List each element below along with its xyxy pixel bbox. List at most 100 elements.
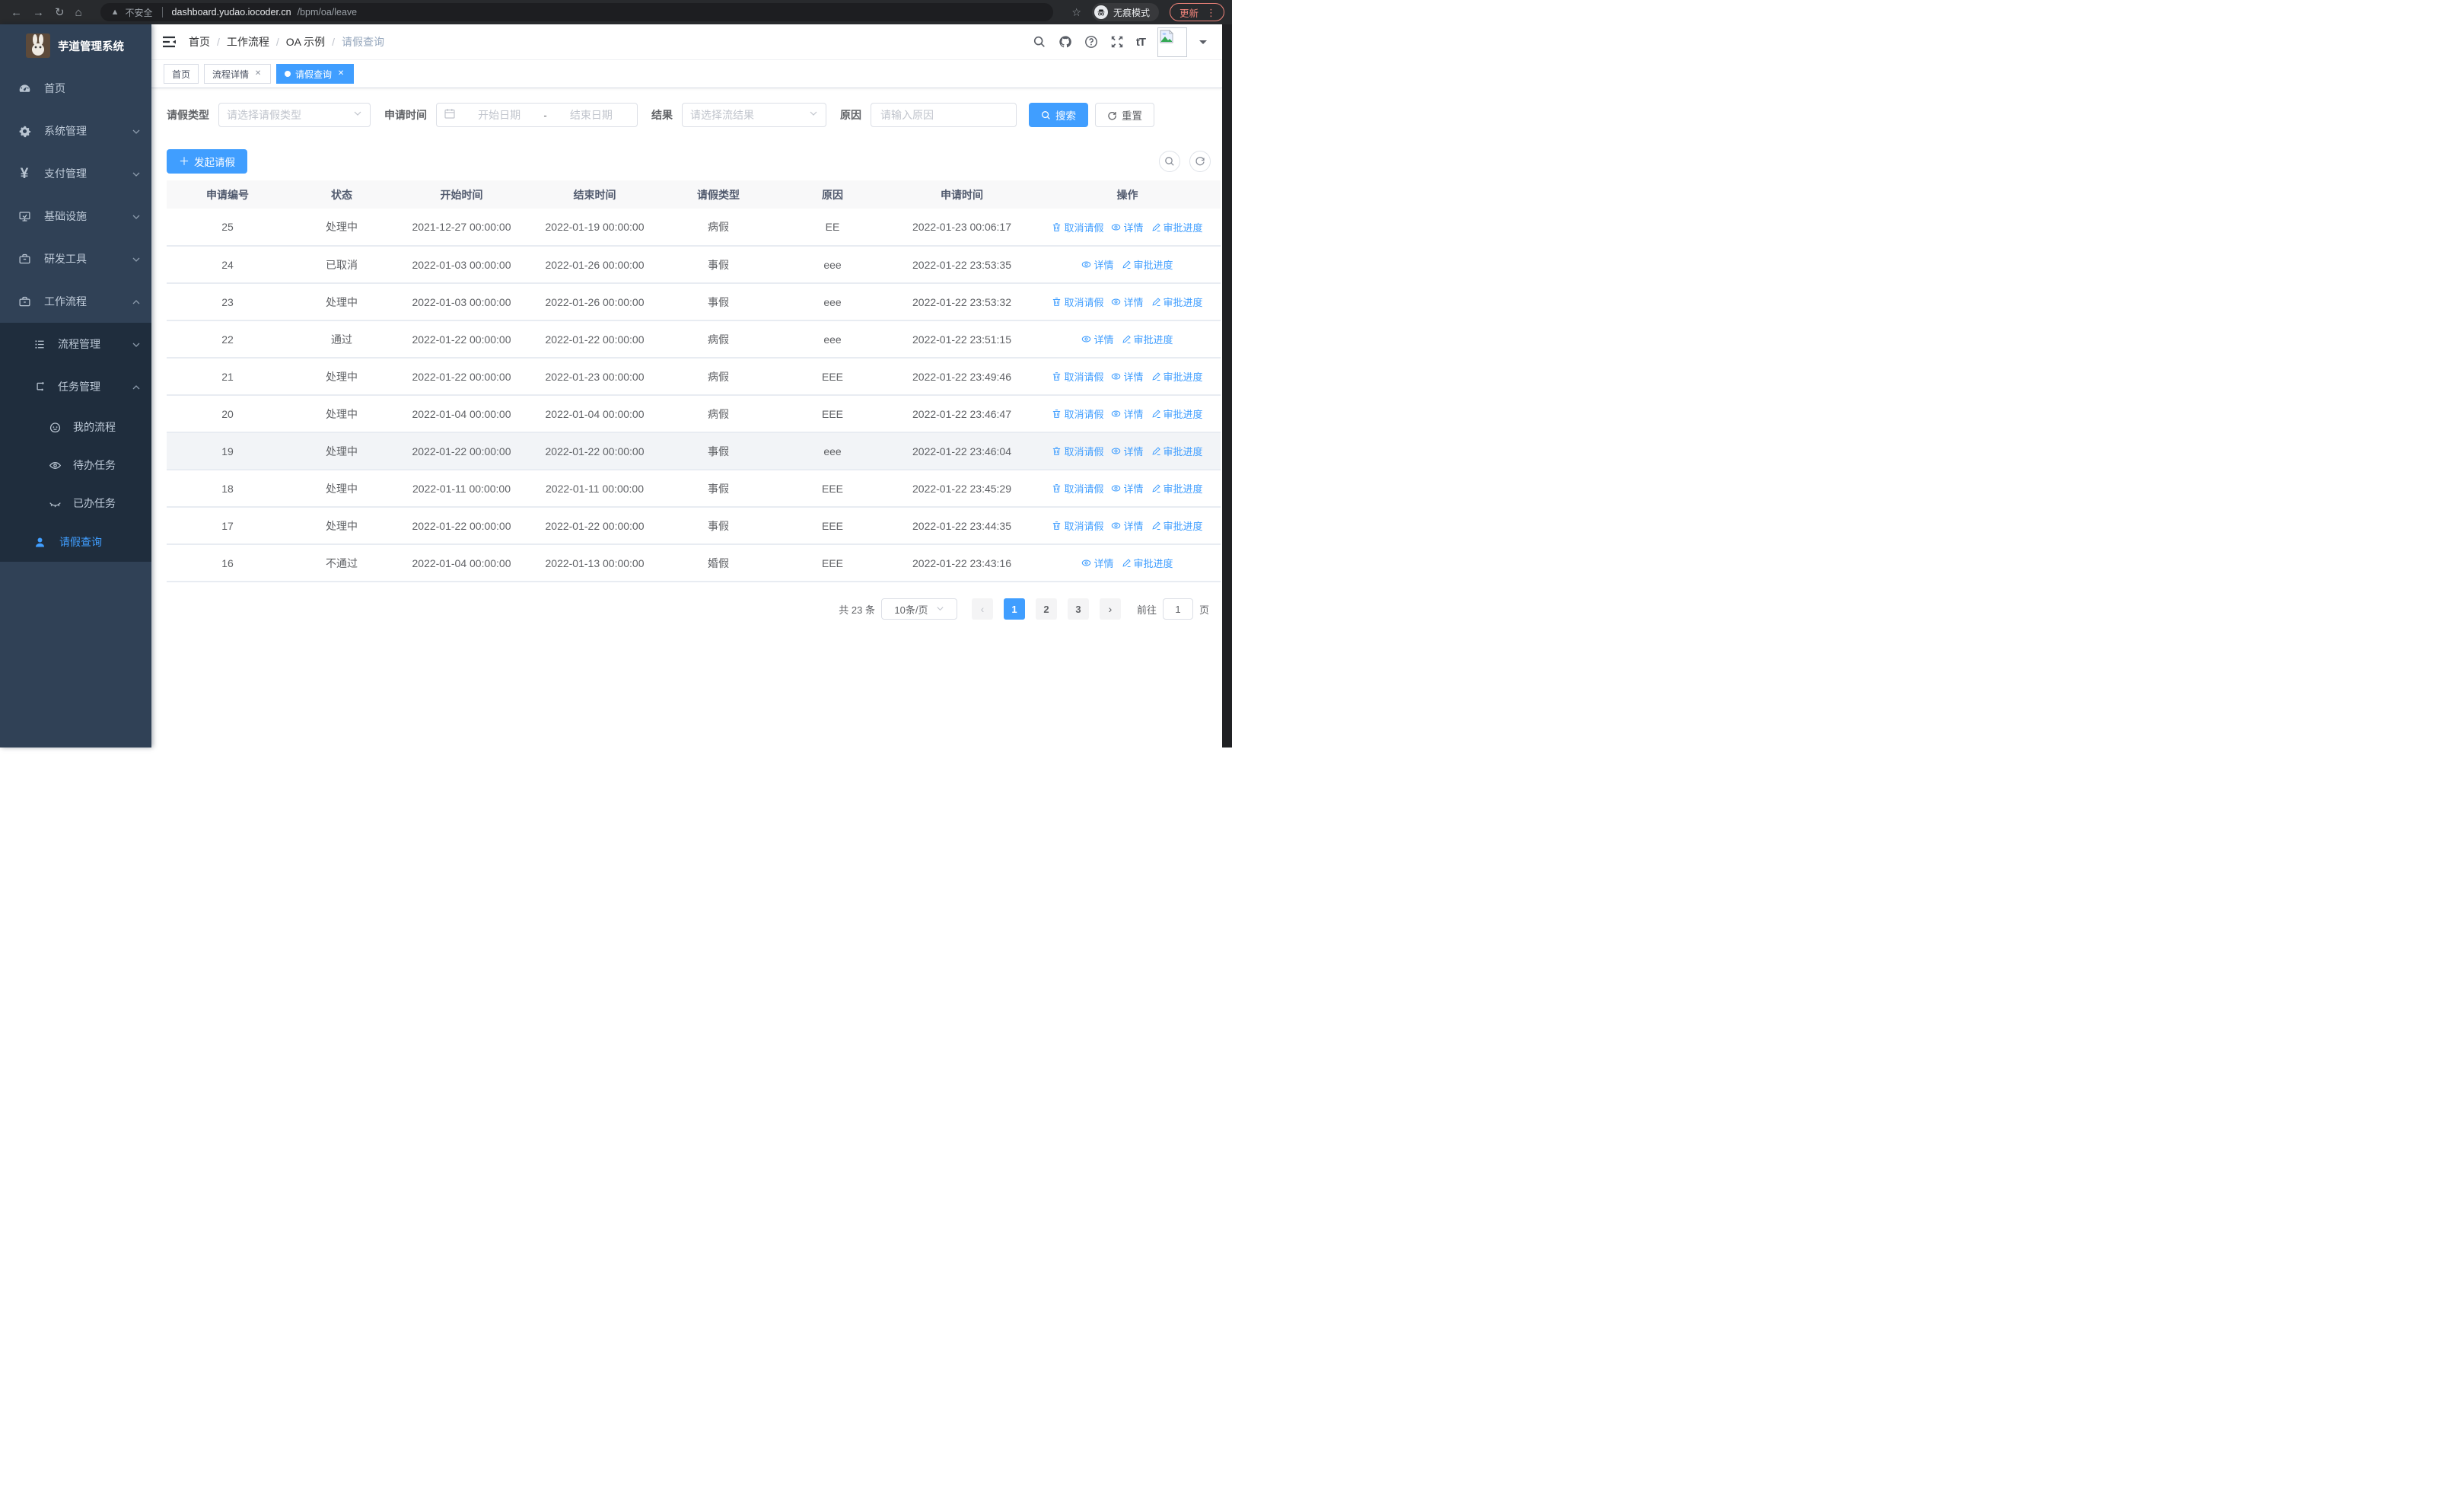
detail-action-link[interactable]: 详情 bbox=[1111, 369, 1144, 384]
approval-progress-action-link[interactable]: 审批进度 bbox=[1151, 518, 1203, 533]
page-button-1[interactable]: 1 bbox=[1003, 598, 1025, 620]
detail-action-link[interactable]: 详情 bbox=[1111, 518, 1144, 533]
detail-action-link[interactable]: 详情 bbox=[1081, 257, 1114, 272]
cell-reason: eee bbox=[775, 246, 890, 284]
cell-end-time: 2022-01-26 00:00:00 bbox=[528, 283, 661, 321]
help-icon[interactable] bbox=[1084, 35, 1098, 49]
result-select[interactable]: 请选择流结果 bbox=[682, 103, 826, 127]
sidebar-item-task-mgmt[interactable]: 任务管理 bbox=[0, 365, 151, 408]
avatar[interactable] bbox=[1157, 27, 1187, 57]
col-end-time: 结束时间 bbox=[528, 180, 661, 209]
detail-action-link[interactable]: 详情 bbox=[1081, 332, 1114, 346]
cell-start-time: 2021-12-27 00:00:00 bbox=[395, 209, 528, 247]
reason-input[interactable] bbox=[871, 103, 1017, 127]
approval-progress-action-link[interactable]: 审批进度 bbox=[1151, 444, 1203, 458]
cell-status: 处理中 bbox=[288, 432, 395, 470]
cancel-leave-action-link[interactable]: 取消请假 bbox=[1052, 406, 1103, 421]
sidebar-item-todo-tasks[interactable]: 待办任务 bbox=[0, 446, 151, 484]
filter-bar: 请假类型 请选择请假类型 申请时间 开始日期 - 结束日期 结果 请选择流结果 bbox=[167, 103, 1211, 127]
breadcrumb-workflow[interactable]: 工作流程 bbox=[227, 34, 269, 49]
tab-process-detail[interactable]: 流程详情 ✕ bbox=[204, 64, 272, 84]
sidebar-item-infrastructure[interactable]: 基础设施 bbox=[0, 195, 151, 237]
detail-action-link[interactable]: 详情 bbox=[1111, 220, 1144, 234]
create-leave-button[interactable]: ＋ 发起请假 bbox=[167, 149, 247, 174]
sidebar-item-done-tasks[interactable]: 已办任务 bbox=[0, 484, 151, 522]
breadcrumb-oa-example[interactable]: OA 示例 bbox=[286, 34, 325, 49]
browser-chrome: ← → ↻ ⌂ ▲ 不安全 dashboard.yudao.iocoder.cn… bbox=[0, 0, 1232, 24]
approval-progress-action-link[interactable]: 审批进度 bbox=[1122, 556, 1173, 570]
tab-leave-query[interactable]: 请假查询 ✕ bbox=[276, 64, 355, 84]
sidebar-item-label: 已办任务 bbox=[73, 497, 116, 509]
cell-actions: 取消请假 详情 审批进度 bbox=[1034, 395, 1221, 433]
github-icon[interactable] bbox=[1059, 35, 1072, 49]
sidebar-collapse-icon[interactable] bbox=[161, 34, 177, 49]
sidebar-item-label: 待办任务 bbox=[73, 459, 116, 471]
detail-action-link[interactable]: 详情 bbox=[1111, 481, 1144, 496]
chevron-down-icon bbox=[132, 254, 141, 263]
tab-label: 请假查询 bbox=[295, 69, 333, 80]
bookmark-star-icon[interactable]: ☆ bbox=[1071, 6, 1081, 19]
address-bar[interactable]: ▲ 不安全 dashboard.yudao.iocoder.cn/bpm/oa/… bbox=[100, 3, 1054, 21]
tags-view: 首页 流程详情 ✕ 请假查询 ✕ bbox=[151, 60, 1222, 88]
cancel-leave-action-link[interactable]: 取消请假 bbox=[1052, 369, 1103, 384]
leave-type-select[interactable]: 请选择请假类型 bbox=[218, 103, 371, 127]
reload-icon[interactable]: ↻ bbox=[55, 7, 65, 18]
fullscreen-icon[interactable] bbox=[1110, 35, 1124, 49]
approval-progress-action-link[interactable]: 审批进度 bbox=[1151, 481, 1203, 496]
sidebar-item-label: 系统管理 bbox=[44, 125, 87, 137]
sidebar-item-label: 基础设施 bbox=[44, 210, 87, 222]
sidebar-item-system[interactable]: 系统管理 bbox=[0, 110, 151, 152]
search-icon[interactable] bbox=[1033, 35, 1046, 49]
sidebar-item-payment[interactable]: ¥ 支付管理 bbox=[0, 152, 151, 195]
approval-progress-action-link[interactable]: 审批进度 bbox=[1151, 406, 1203, 421]
refresh-button[interactable] bbox=[1189, 151, 1211, 172]
show-search-button[interactable] bbox=[1159, 151, 1180, 172]
approval-progress-action-link[interactable]: 审批进度 bbox=[1151, 295, 1203, 309]
workflow-submenu: 流程管理 任务管理 我的流程 待办任务 已办任务 请假查询 bbox=[0, 323, 151, 562]
window-scrollbar[interactable] bbox=[1222, 24, 1232, 748]
total-count: 共 23 条 bbox=[839, 604, 875, 616]
page-button-3[interactable]: 3 bbox=[1067, 598, 1089, 620]
approval-progress-action-link[interactable]: 审批进度 bbox=[1151, 369, 1203, 384]
close-icon[interactable]: ✕ bbox=[336, 69, 345, 78]
close-icon[interactable]: ✕ bbox=[253, 69, 263, 78]
page-button-2[interactable]: 2 bbox=[1035, 598, 1057, 620]
reset-button[interactable]: 重置 bbox=[1095, 103, 1154, 127]
sidebar-item-leave-query[interactable]: 请假查询 bbox=[0, 522, 151, 562]
next-page-button[interactable]: › bbox=[1099, 598, 1121, 620]
cancel-leave-action-link[interactable]: 取消请假 bbox=[1052, 481, 1103, 496]
table-row: 19 处理中 2022-01-22 00:00:00 2022-01-22 00:00… bbox=[167, 432, 1221, 470]
home-icon[interactable]: ⌂ bbox=[75, 7, 82, 18]
cancel-leave-action-link[interactable]: 取消请假 bbox=[1052, 444, 1103, 458]
search-button[interactable]: 搜索 bbox=[1029, 103, 1088, 127]
apply-time-range-picker[interactable]: 开始日期 - 结束日期 bbox=[436, 103, 638, 127]
table-header-row: 申请编号 状态 开始时间 结束时间 请假类型 原因 申请时间 操作 bbox=[167, 180, 1221, 209]
cancel-leave-action-link[interactable]: 取消请假 bbox=[1052, 295, 1103, 309]
sidebar-item-devtools[interactable]: 研发工具 bbox=[0, 237, 151, 280]
sidebar-item-workflow[interactable]: 工作流程 bbox=[0, 280, 151, 323]
sidebar-item-my-process[interactable]: 我的流程 bbox=[0, 408, 151, 446]
detail-action-link[interactable]: 详情 bbox=[1111, 406, 1144, 421]
prev-page-button[interactable]: ‹ bbox=[971, 598, 993, 620]
cell-apply-time: 2022-01-22 23:51:15 bbox=[890, 320, 1034, 359]
browser-menu-update-button[interactable]: 更新 ⋮ bbox=[1169, 3, 1224, 21]
approval-progress-action-link[interactable]: 审批进度 bbox=[1122, 257, 1173, 272]
detail-action-link[interactable]: 详情 bbox=[1111, 295, 1144, 309]
breadcrumb-home[interactable]: 首页 bbox=[189, 34, 210, 49]
page-size-select[interactable]: 10条/页 bbox=[880, 598, 957, 620]
avatar-dropdown-caret[interactable] bbox=[1199, 40, 1207, 48]
cancel-leave-action-link[interactable]: 取消请假 bbox=[1052, 518, 1103, 533]
back-icon[interactable]: ← bbox=[11, 7, 22, 18]
gear-icon bbox=[15, 122, 33, 140]
detail-action-link[interactable]: 详情 bbox=[1111, 444, 1144, 458]
tab-home[interactable]: 首页 bbox=[164, 64, 199, 84]
sidebar-item-home[interactable]: 首页 bbox=[0, 67, 151, 110]
goto-page-input[interactable] bbox=[1162, 598, 1193, 620]
detail-action-link[interactable]: 详情 bbox=[1081, 556, 1114, 570]
approval-progress-action-link[interactable]: 审批进度 bbox=[1151, 220, 1203, 234]
sidebar-item-process-mgmt[interactable]: 流程管理 bbox=[0, 323, 151, 365]
font-size-icon[interactable]: tT bbox=[1136, 36, 1146, 49]
approval-progress-action-link[interactable]: 审批进度 bbox=[1122, 332, 1173, 346]
forward-icon[interactable]: → bbox=[33, 7, 44, 18]
cancel-leave-action-link[interactable]: 取消请假 bbox=[1052, 220, 1103, 234]
